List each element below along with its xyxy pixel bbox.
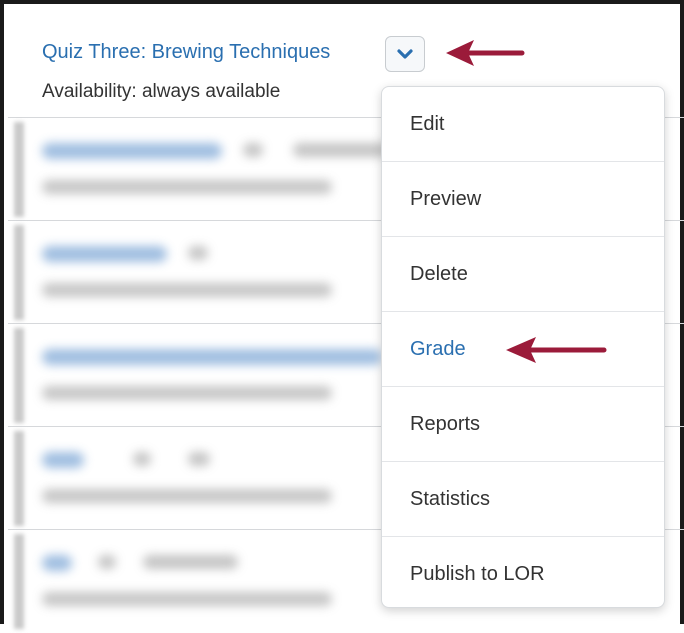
menu-item-delete[interactable]: Delete: [382, 237, 664, 312]
blurred-chip: [133, 452, 151, 466]
quiz-availability: Availability: always available: [42, 81, 281, 102]
chevron-down-icon: [397, 49, 413, 59]
blurred-title: [42, 143, 222, 159]
row-indicator: [14, 225, 24, 320]
blurred-chip: [143, 555, 238, 569]
arrow-left-icon: [506, 337, 607, 363]
blurred-chip: [243, 143, 263, 157]
blurred-chip: [188, 452, 210, 466]
arrow-left-icon: [446, 40, 525, 66]
menu-item-preview[interactable]: Preview: [382, 162, 664, 237]
blurred-availability: [42, 489, 332, 503]
quiz-actions-dropdown-button[interactable]: [385, 36, 425, 72]
blurred-title: [42, 349, 382, 365]
menu-item-reports[interactable]: Reports: [382, 387, 664, 462]
row-indicator: [14, 122, 24, 217]
blurred-title: [42, 452, 84, 468]
blurred-availability: [42, 180, 332, 194]
blurred-title: [42, 555, 72, 571]
quiz-title-link[interactable]: Quiz Three: Brewing Techniques: [42, 41, 330, 64]
blurred-availability: [42, 283, 332, 297]
blurred-availability: [42, 386, 332, 400]
row-indicator: [14, 534, 24, 629]
blurred-chip: [293, 143, 388, 157]
blurred-chip: [98, 555, 116, 569]
blurred-chip: [188, 246, 208, 260]
blurred-title: [42, 246, 167, 262]
row-indicator: [14, 328, 24, 423]
row-indicator: [14, 431, 24, 526]
blurred-availability: [42, 592, 332, 606]
menu-item-publish-to-lor[interactable]: Publish to LOR: [382, 537, 664, 607]
menu-item-statistics[interactable]: Statistics: [382, 462, 664, 537]
menu-item-edit[interactable]: Edit: [382, 87, 664, 162]
